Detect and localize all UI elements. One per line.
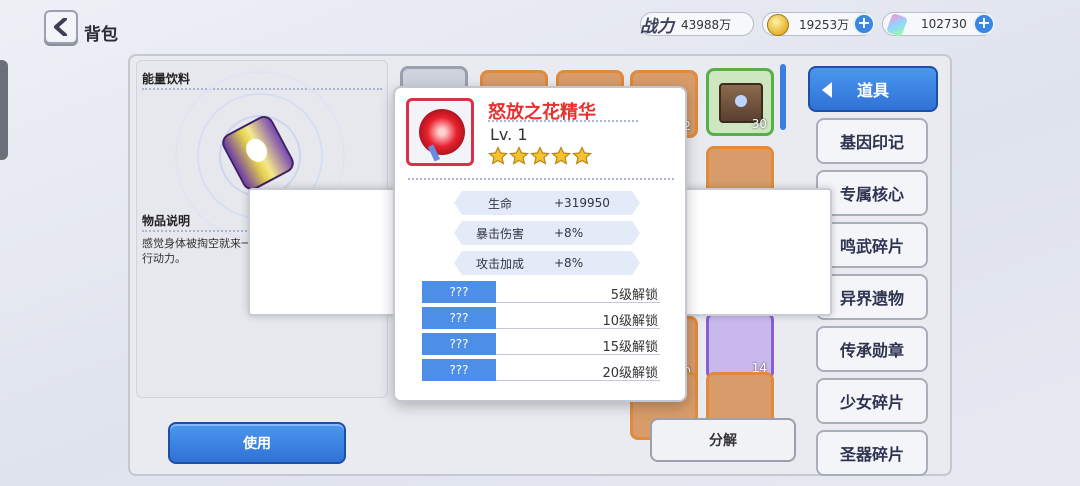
unlock-requirement: 5级解锁 xyxy=(610,288,658,303)
decompose-button[interactable]: 分解 xyxy=(650,418,796,462)
category-tab-girl-shard[interactable]: 少女碎片 xyxy=(816,378,928,424)
triangle-left-icon xyxy=(822,82,832,98)
star-icon xyxy=(488,146,508,165)
item-description: 感觉身体被掏空就来一 行动力。 xyxy=(142,237,252,265)
side-drawer-handle[interactable] xyxy=(0,60,8,160)
stat-row: 暴击伤害 +8% xyxy=(454,221,640,245)
category-tab-medal[interactable]: 传承勋章 xyxy=(816,326,928,372)
item-count: 30 xyxy=(751,117,767,131)
stat-value: +319950 xyxy=(554,196,610,210)
unlock-requirement: 15级解锁 xyxy=(602,340,658,355)
star-icon xyxy=(509,146,529,165)
item-icon xyxy=(406,98,474,166)
category-tab-props[interactable]: 道具 xyxy=(808,66,938,112)
grid-item[interactable]: 30 xyxy=(706,68,774,136)
gem-value: 102730 xyxy=(921,17,967,31)
add-gem-button[interactable]: + xyxy=(973,13,995,35)
stat-row: 生命 +319950 xyxy=(454,191,640,215)
star-icon xyxy=(572,146,592,165)
grid-scrollbar[interactable] xyxy=(780,64,786,130)
star-rating xyxy=(488,146,592,166)
grid-item[interactable]: 14 xyxy=(706,312,774,380)
item-level: Lv. 1 xyxy=(490,125,528,144)
category-tab-relic[interactable]: 异界遗物 xyxy=(816,274,928,320)
gold-value: 19253万 xyxy=(799,17,850,32)
category-tab-artifact-shard[interactable]: 圣器碎片 xyxy=(816,430,928,476)
locked-tag: ??? xyxy=(422,307,496,329)
power-label: 战力 xyxy=(640,17,674,37)
unlock-requirement: 10级解锁 xyxy=(602,314,658,329)
locked-tag: ??? xyxy=(422,333,496,355)
star-icon xyxy=(551,146,571,165)
stat-row: 攻击加成 +8% xyxy=(454,251,640,275)
locked-skill-row: ??? 5级解锁 xyxy=(422,281,660,303)
locked-skill-row: ??? 10级解锁 xyxy=(422,307,660,329)
locked-skill-row: ??? 20级解锁 xyxy=(422,359,660,381)
category-label: 道具 xyxy=(856,81,889,100)
stat-value: +8% xyxy=(554,226,584,240)
category-tab-gene[interactable]: 基因印记 xyxy=(816,118,928,164)
power-value: 43988万 xyxy=(681,17,732,32)
use-button[interactable]: 使用 xyxy=(168,422,346,464)
divider xyxy=(488,120,638,122)
crystal-icon xyxy=(886,12,908,38)
divider xyxy=(408,178,674,180)
stat-name: 暴击伤害 xyxy=(475,226,524,241)
desc-title: 物品说明 xyxy=(142,214,191,228)
page-title: 背包 xyxy=(84,25,118,45)
chevron-left-icon xyxy=(54,18,67,36)
stat-name: 生命 xyxy=(487,196,512,211)
gold-display: 19253万 + xyxy=(762,12,875,36)
category-tab-weapon-shard[interactable]: 鸣武碎片 xyxy=(816,222,928,268)
stat-name: 攻击加成 xyxy=(475,256,524,271)
gold-coin-icon xyxy=(767,14,789,36)
locked-tag: ??? xyxy=(422,281,496,303)
star-icon xyxy=(530,146,550,165)
gem-display: 102730 + xyxy=(882,12,995,38)
locked-skill-row: ??? 15级解锁 xyxy=(422,333,660,355)
flower-icon xyxy=(419,109,465,155)
locked-tag: ??? xyxy=(422,359,496,381)
category-tab-core[interactable]: 专属核心 xyxy=(816,170,928,216)
add-gold-button[interactable]: + xyxy=(853,13,875,35)
back-button[interactable] xyxy=(44,10,78,44)
unlock-requirement: 20级解锁 xyxy=(602,366,658,381)
stat-value: +8% xyxy=(554,256,584,270)
